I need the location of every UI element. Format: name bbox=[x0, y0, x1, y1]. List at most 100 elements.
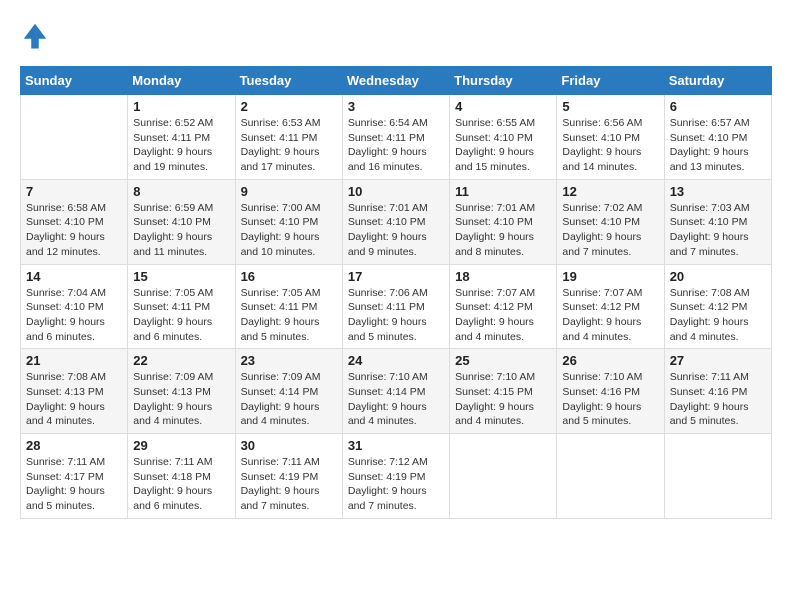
day-number: 26 bbox=[562, 353, 658, 368]
calendar-header-row: SundayMondayTuesdayWednesdayThursdayFrid… bbox=[21, 67, 772, 95]
day-number: 28 bbox=[26, 438, 122, 453]
day-info: Sunrise: 6:54 AMSunset: 4:11 PMDaylight:… bbox=[348, 116, 444, 175]
calendar-cell: 19 Sunrise: 7:07 AMSunset: 4:12 PMDayligh… bbox=[557, 264, 664, 349]
calendar-cell: 17 Sunrise: 7:06 AMSunset: 4:11 PMDayligh… bbox=[342, 264, 449, 349]
day-info: Sunrise: 7:09 AMSunset: 4:13 PMDaylight:… bbox=[133, 370, 229, 429]
calendar-cell: 29 Sunrise: 7:11 AMSunset: 4:18 PMDayligh… bbox=[128, 434, 235, 519]
day-info: Sunrise: 6:53 AMSunset: 4:11 PMDaylight:… bbox=[241, 116, 337, 175]
header-wednesday: Wednesday bbox=[342, 67, 449, 95]
day-info: Sunrise: 6:52 AMSunset: 4:11 PMDaylight:… bbox=[133, 116, 229, 175]
day-info: Sunrise: 7:09 AMSunset: 4:14 PMDaylight:… bbox=[241, 370, 337, 429]
header-monday: Monday bbox=[128, 67, 235, 95]
calendar: SundayMondayTuesdayWednesdayThursdayFrid… bbox=[20, 66, 772, 519]
day-number: 22 bbox=[133, 353, 229, 368]
day-number: 2 bbox=[241, 99, 337, 114]
day-info: Sunrise: 7:12 AMSunset: 4:19 PMDaylight:… bbox=[348, 455, 444, 514]
calendar-cell: 4 Sunrise: 6:55 AMSunset: 4:10 PMDaylight… bbox=[450, 95, 557, 180]
calendar-week-1: 1Sunrise: 6:52 AMSunset: 4:11 PMDaylight… bbox=[21, 95, 772, 180]
calendar-cell: 6 Sunrise: 6:57 AMSunset: 4:10 PMDaylight… bbox=[664, 95, 771, 180]
calendar-cell: 12 Sunrise: 7:02 AMSunset: 4:10 PMDayligh… bbox=[557, 179, 664, 264]
day-number: 7 bbox=[26, 184, 122, 199]
day-info: Sunrise: 7:02 AMSunset: 4:10 PMDaylight:… bbox=[562, 201, 658, 260]
day-number: 20 bbox=[670, 269, 766, 284]
day-number: 4 bbox=[455, 99, 551, 114]
calendar-cell: 26 Sunrise: 7:10 AMSunset: 4:16 PMDayligh… bbox=[557, 349, 664, 434]
calendar-cell: 2 Sunrise: 6:53 AMSunset: 4:11 PMDaylight… bbox=[235, 95, 342, 180]
calendar-cell: 28 Sunrise: 7:11 AMSunset: 4:17 PMDayligh… bbox=[21, 434, 128, 519]
day-info: Sunrise: 6:55 AMSunset: 4:10 PMDaylight:… bbox=[455, 116, 551, 175]
day-number: 27 bbox=[670, 353, 766, 368]
calendar-cell: 13 Sunrise: 7:03 AMSunset: 4:10 PMDayligh… bbox=[664, 179, 771, 264]
day-info: Sunrise: 7:11 AMSunset: 4:18 PMDaylight:… bbox=[133, 455, 229, 514]
day-info: Sunrise: 7:00 AMSunset: 4:10 PMDaylight:… bbox=[241, 201, 337, 260]
day-info: Sunrise: 7:11 AMSunset: 4:19 PMDaylight:… bbox=[241, 455, 337, 514]
calendar-cell: 3Sunrise: 6:54 AMSunset: 4:11 PMDaylight… bbox=[342, 95, 449, 180]
day-info: Sunrise: 7:05 AMSunset: 4:11 PMDaylight:… bbox=[241, 286, 337, 345]
day-info: Sunrise: 7:10 AMSunset: 4:16 PMDaylight:… bbox=[562, 370, 658, 429]
day-info: Sunrise: 7:04 AMSunset: 4:10 PMDaylight:… bbox=[26, 286, 122, 345]
calendar-cell: 27 Sunrise: 7:11 AMSunset: 4:16 PMDayligh… bbox=[664, 349, 771, 434]
day-info: Sunrise: 7:11 AMSunset: 4:16 PMDaylight:… bbox=[670, 370, 766, 429]
day-info: Sunrise: 7:03 AMSunset: 4:10 PMDaylight:… bbox=[670, 201, 766, 260]
calendar-cell bbox=[450, 434, 557, 519]
header-saturday: Saturday bbox=[664, 67, 771, 95]
day-info: Sunrise: 7:01 AMSunset: 4:10 PMDaylight:… bbox=[348, 201, 444, 260]
day-number: 16 bbox=[241, 269, 337, 284]
day-info: Sunrise: 7:06 AMSunset: 4:11 PMDaylight:… bbox=[348, 286, 444, 345]
day-number: 19 bbox=[562, 269, 658, 284]
calendar-cell: 18Sunrise: 7:07 AMSunset: 4:12 PMDayligh… bbox=[450, 264, 557, 349]
calendar-cell: 15 Sunrise: 7:05 AMSunset: 4:11 PMDayligh… bbox=[128, 264, 235, 349]
day-info: Sunrise: 7:11 AMSunset: 4:17 PMDaylight:… bbox=[26, 455, 122, 514]
day-info: Sunrise: 6:59 AMSunset: 4:10 PMDaylight:… bbox=[133, 201, 229, 260]
day-number: 8 bbox=[133, 184, 229, 199]
day-info: Sunrise: 7:08 AMSunset: 4:13 PMDaylight:… bbox=[26, 370, 122, 429]
calendar-cell: 8 Sunrise: 6:59 AMSunset: 4:10 PMDaylight… bbox=[128, 179, 235, 264]
day-number: 25 bbox=[455, 353, 551, 368]
header-tuesday: Tuesday bbox=[235, 67, 342, 95]
day-number: 12 bbox=[562, 184, 658, 199]
day-number: 18 bbox=[455, 269, 551, 284]
calendar-cell: 23 Sunrise: 7:09 AMSunset: 4:14 PMDayligh… bbox=[235, 349, 342, 434]
day-number: 21 bbox=[26, 353, 122, 368]
day-info: Sunrise: 7:10 AMSunset: 4:15 PMDaylight:… bbox=[455, 370, 551, 429]
calendar-cell: 14 Sunrise: 7:04 AMSunset: 4:10 PMDayligh… bbox=[21, 264, 128, 349]
calendar-cell: 7 Sunrise: 6:58 AMSunset: 4:10 PMDaylight… bbox=[21, 179, 128, 264]
day-number: 23 bbox=[241, 353, 337, 368]
calendar-cell: 31Sunrise: 7:12 AMSunset: 4:19 PMDayligh… bbox=[342, 434, 449, 519]
day-number: 10 bbox=[348, 184, 444, 199]
day-number: 9 bbox=[241, 184, 337, 199]
day-info: Sunrise: 6:57 AMSunset: 4:10 PMDaylight:… bbox=[670, 116, 766, 175]
calendar-cell: 10 Sunrise: 7:01 AMSunset: 4:10 PMDayligh… bbox=[342, 179, 449, 264]
calendar-cell: 5Sunrise: 6:56 AMSunset: 4:10 PMDaylight… bbox=[557, 95, 664, 180]
header-sunday: Sunday bbox=[21, 67, 128, 95]
day-info: Sunrise: 7:10 AMSunset: 4:14 PMDaylight:… bbox=[348, 370, 444, 429]
calendar-cell: 20 Sunrise: 7:08 AMSunset: 4:12 PMDayligh… bbox=[664, 264, 771, 349]
logo-icon bbox=[20, 20, 50, 50]
header-thursday: Thursday bbox=[450, 67, 557, 95]
page-header bbox=[20, 20, 772, 50]
calendar-cell bbox=[664, 434, 771, 519]
day-number: 14 bbox=[26, 269, 122, 284]
calendar-cell bbox=[557, 434, 664, 519]
calendar-cell: 9 Sunrise: 7:00 AMSunset: 4:10 PMDaylight… bbox=[235, 179, 342, 264]
calendar-cell: 1Sunrise: 6:52 AMSunset: 4:11 PMDaylight… bbox=[128, 95, 235, 180]
day-number: 17 bbox=[348, 269, 444, 284]
calendar-week-4: 21 Sunrise: 7:08 AMSunset: 4:13 PMDayligh… bbox=[21, 349, 772, 434]
day-info: Sunrise: 6:56 AMSunset: 4:10 PMDaylight:… bbox=[562, 116, 658, 175]
day-info: Sunrise: 7:05 AMSunset: 4:11 PMDaylight:… bbox=[133, 286, 229, 345]
day-number: 6 bbox=[670, 99, 766, 114]
calendar-week-3: 14 Sunrise: 7:04 AMSunset: 4:10 PMDayligh… bbox=[21, 264, 772, 349]
day-info: Sunrise: 6:58 AMSunset: 4:10 PMDaylight:… bbox=[26, 201, 122, 260]
day-info: Sunrise: 7:07 AMSunset: 4:12 PMDaylight:… bbox=[562, 286, 658, 345]
day-number: 13 bbox=[670, 184, 766, 199]
day-info: Sunrise: 7:08 AMSunset: 4:12 PMDaylight:… bbox=[670, 286, 766, 345]
day-info: Sunrise: 7:01 AMSunset: 4:10 PMDaylight:… bbox=[455, 201, 551, 260]
day-number: 11 bbox=[455, 184, 551, 199]
day-number: 15 bbox=[133, 269, 229, 284]
calendar-cell: 22 Sunrise: 7:09 AMSunset: 4:13 PMDayligh… bbox=[128, 349, 235, 434]
day-number: 29 bbox=[133, 438, 229, 453]
calendar-week-2: 7 Sunrise: 6:58 AMSunset: 4:10 PMDaylight… bbox=[21, 179, 772, 264]
calendar-cell: 24Sunrise: 7:10 AMSunset: 4:14 PMDayligh… bbox=[342, 349, 449, 434]
calendar-week-5: 28 Sunrise: 7:11 AMSunset: 4:17 PMDayligh… bbox=[21, 434, 772, 519]
calendar-cell: 16 Sunrise: 7:05 AMSunset: 4:11 PMDayligh… bbox=[235, 264, 342, 349]
